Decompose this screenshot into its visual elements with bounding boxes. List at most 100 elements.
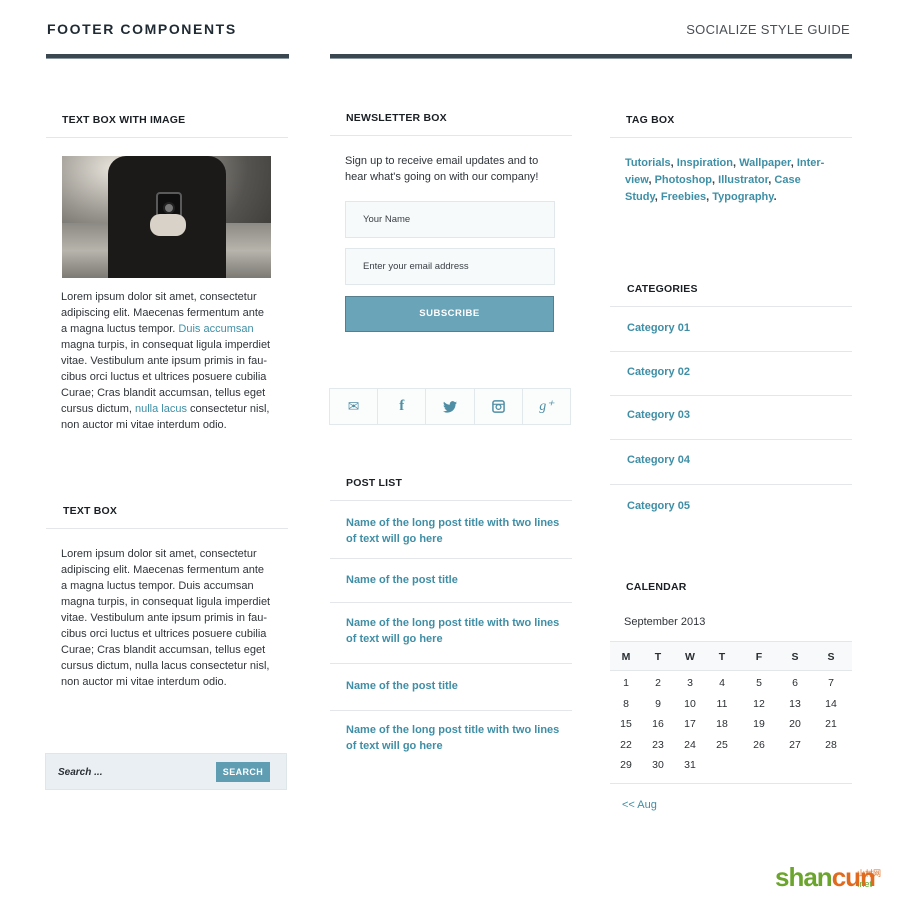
watermark-net: .net [857,879,873,889]
tag-link[interactable]: Typography [712,191,773,203]
calendar-title: CALENDAR [626,581,687,593]
post-list-item[interactable]: Name of the post title [346,572,561,588]
calendar-day[interactable]: 3 [675,677,705,689]
calendar-day[interactable]: 5 [744,677,774,689]
tag-link[interactable]: Wallpaper [739,157,791,169]
calendar-weekday: T [654,651,662,663]
calendar-weekday: T [718,651,726,663]
calendar-day[interactable]: 31 [675,759,705,771]
tag-link[interactable]: Tutorials [625,157,671,169]
tag-link[interactable]: Freebies [661,191,706,203]
divider [330,710,572,711]
calendar-day[interactable]: 10 [675,698,705,710]
calendar-day[interactable]: 6 [780,677,810,689]
subscribe-button[interactable]: SUBSCRIBE [345,296,554,332]
text-box-title: TEXT BOX [63,505,118,517]
tag-link[interactable]: Illustrator [718,174,768,186]
calendar-day[interactable]: 14 [816,698,846,710]
calendar-day[interactable]: 13 [780,698,810,710]
camera-photo [62,156,271,278]
calendar-prev-month-link[interactable]: << Aug [622,799,657,811]
tag-link[interactable]: Photoshop [655,174,712,186]
category-link[interactable]: Category 05 [627,500,690,512]
divider [610,439,852,440]
calendar-day[interactable]: 22 [611,739,641,751]
calendar-day[interactable]: 21 [816,718,846,730]
calendar-day[interactable]: 9 [643,698,673,710]
google-plus-icon[interactable]: g⁺ [522,389,571,424]
inline-link[interactable]: Duis accumsan [178,323,253,335]
calendar-day[interactable]: 1 [611,677,641,689]
tag-separator: . [773,191,777,203]
text-box-body: Lorem ipsum dolor sit amet, consectetur … [61,548,271,688]
divider [330,500,572,501]
name-input[interactable]: Your Name [345,201,555,238]
divider [610,351,852,352]
calendar-weekday: S [827,651,835,663]
calendar-day[interactable]: 17 [675,718,705,730]
calendar-weekday: F [755,651,763,663]
calendar-day[interactable]: 8 [611,698,641,710]
calendar-day[interactable]: 25 [707,739,737,751]
tag-cloud: Tutorials, Inspiration, Wallpaper, Inter… [625,155,835,206]
tag-link[interactable]: Inspiration [677,157,733,169]
calendar-day[interactable]: 15 [611,718,641,730]
divider [330,558,572,559]
category-link[interactable]: Category 01 [627,322,690,334]
calendar-day[interactable]: 26 [744,739,774,751]
calendar-day[interactable]: 7 [816,677,846,689]
newsletter-title: NEWSLETTER BOX [346,112,447,124]
social-links: ✉ f g⁺ [329,388,571,425]
category-link[interactable]: Category 04 [627,454,690,466]
facebook-icon[interactable]: f [378,389,427,424]
instagram-icon[interactable] [474,389,523,424]
text-box-with-image-title: TEXT BOX WITH IMAGE [62,114,186,126]
post-list-item[interactable]: Name of the long post title with two lin… [346,615,561,647]
calendar-day[interactable]: 29 [611,759,641,771]
search-bar: Search ... SEARCH [45,753,287,790]
search-input[interactable]: Search ... [58,767,102,778]
calendar-day[interactable]: 30 [643,759,673,771]
email-input[interactable]: Enter your email address [345,248,555,285]
inline-link[interactable]: nulla lacus [135,403,187,415]
calendar-day[interactable]: 16 [643,718,673,730]
calendar-day[interactable]: 2 [643,677,673,689]
calendar-day[interactable]: 19 [744,718,774,730]
email-icon[interactable]: ✉ [330,389,379,424]
calendar-weekday: M [621,651,631,663]
search-button[interactable]: SEARCH [216,762,270,782]
twitter-icon[interactable] [426,389,475,424]
calendar-day[interactable]: 18 [707,718,737,730]
newsletter-description: Sign up to receive email updates and to … [345,155,539,183]
categories-title: CATEGORIES [627,283,698,295]
calendar-weekday: W [685,651,695,663]
calendar-day[interactable]: 27 [780,739,810,751]
tag-box-title: TAG BOX [626,114,675,126]
calendar-weekday-row: MTWTFSS [610,641,852,671]
calendar-month: September 2013 [624,616,706,628]
calendar-day[interactable]: 24 [675,739,705,751]
category-link[interactable]: Category 02 [627,366,690,378]
post-list-item[interactable]: Name of the post title [346,678,561,694]
calendar-day[interactable]: 11 [707,698,737,710]
style-guide-title: SOCIALIZE STYLE GUIDE [686,22,850,37]
calendar-day[interactable]: 28 [816,739,846,751]
divider [330,602,572,603]
divider [610,137,852,138]
calendar-day[interactable]: 12 [744,698,774,710]
calendar-day[interactable]: 23 [643,739,673,751]
calendar-day[interactable]: 20 [780,718,810,730]
divider [330,135,572,136]
divider [610,395,852,396]
divider [610,783,852,784]
category-link[interactable]: Category 03 [627,409,690,421]
divider [610,306,852,307]
post-list-title: POST LIST [346,477,403,489]
divider [610,484,852,485]
calendar-day[interactable]: 4 [707,677,737,689]
divider [46,137,288,138]
divider [46,528,288,529]
post-list-item[interactable]: Name of the long post title with two lin… [346,722,561,754]
post-list-item[interactable]: Name of the long post title with two lin… [346,515,561,547]
header-rule-left [46,54,289,59]
